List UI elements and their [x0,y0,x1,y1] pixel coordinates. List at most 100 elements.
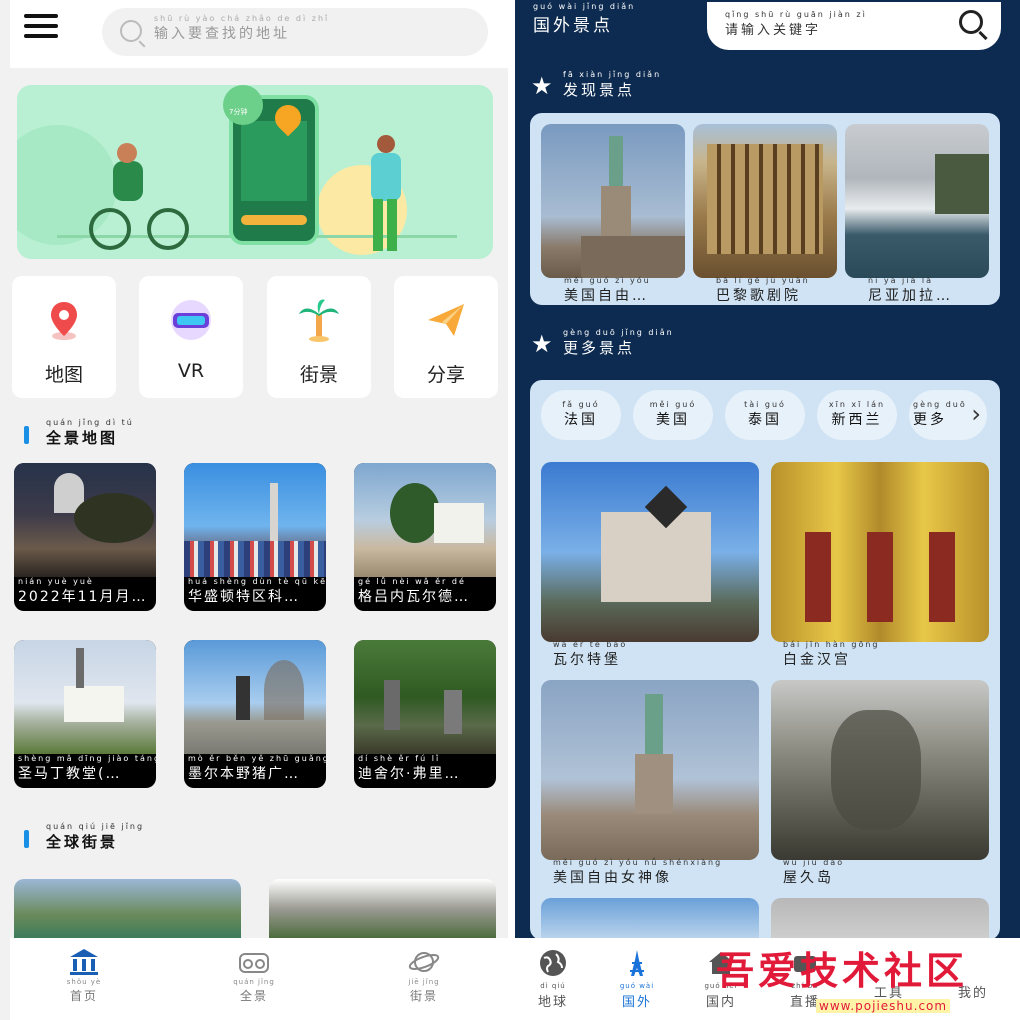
place-image [354,640,496,754]
nav-label: 街景 [409,989,438,1003]
spot-card[interactable] [541,898,759,940]
nav-earth[interactable]: dì qiú 地球 [517,948,589,1010]
card-pinyin: bā lí gē jù yuàn [716,276,810,285]
search-icon[interactable] [959,10,983,34]
card-title: 2022年11月月… [18,589,148,605]
card-title: 尼亚加拉… [868,288,953,304]
nav-abroad[interactable]: guó wài 国外 [601,948,673,1010]
tile-streetview[interactable]: 街景 [267,276,371,398]
place-card[interactable]: dí shè ěr fú lǐ 迪舍尔·弗里… [354,640,496,788]
tile-vr[interactable]: VR [139,276,243,398]
spot-card[interactable] [541,680,759,860]
section-pinyin: quán jǐng dì tú [46,418,134,427]
section-pinyin: gèng duō jǐng diǎn [563,328,674,337]
tile-share-label: 分享 [426,364,465,386]
card-title: 圣马丁教堂(… [18,766,122,782]
card-pinyin: nián yuè yuè [18,577,94,586]
card-pinyin: ní yà jiā lā [868,276,934,285]
card-title: 瓦尔特堡 [553,652,621,668]
country-pill[interactable]: měi guó 美国 [633,390,713,440]
banner-time-label: 7分钟 [229,108,248,116]
place-card[interactable]: huá shèng dùn tè qū kē 华盛顿特区科… [184,463,326,611]
museum-icon [68,948,100,976]
nav-streetview[interactable]: jiē jǐng 街景 [384,948,464,1004]
spot-card[interactable] [771,898,989,940]
section-title: 全景地图 [46,429,119,447]
card-pinyin: mò ěr běn yě zhū guǎng [188,754,326,763]
card-pinyin: gé lǚ nèi wǎ ěr dé [358,577,466,586]
discover-card[interactable] [845,124,989,278]
country-pill[interactable]: fǎ guó 法国 [541,390,621,440]
search-input[interactable]: shū rù yào chá zhǎo de dì zhǐ 输入要查找的地址 [102,8,488,56]
tile-vr-label: VR [177,360,205,382]
nav-panorama[interactable]: quán jǐng 全景 [214,948,294,1004]
tile-share[interactable]: 分享 [394,276,498,398]
country-pill[interactable]: xīn xī lán 新西兰 [817,390,897,440]
paper-plane-icon [424,298,468,342]
page-title-text: 国外景点 [533,16,613,36]
watermark-text: 吾爱技术社区 [716,948,969,993]
pill-label: 新西兰 [831,412,883,428]
discover-panel: měi guó zì yóu 美国自由… bā lí gē jù yuàn 巴黎… [530,113,1000,305]
section-accent-bar [24,426,29,444]
section-title: 全球街景 [46,833,119,851]
place-card[interactable]: mò ěr běn yě zhū guǎng 墨尔本野猪广… [184,640,326,788]
globe-icon [538,948,568,978]
nav-pinyin: shǒu yè [66,978,102,986]
search-input[interactable]: qǐng shū rù guān jiàn zì 请输入关键字 [707,2,1001,50]
eiffel-tower-icon [622,948,652,978]
search-placeholder: 请输入关键字 [725,23,822,38]
nav-label: 地球 [537,995,568,1010]
card-pinyin: dí shè ěr fú lǐ [358,754,441,763]
nav-label: 首页 [69,989,98,1003]
walker-illustration [367,135,403,255]
place-image [184,640,326,754]
search-icon [120,20,142,42]
star-icon: ★ [531,330,553,358]
watermark-url: www.pojieshu.com [816,999,951,1013]
menu-icon[interactable] [24,10,58,44]
nav-pinyin: guó wài [619,982,655,990]
left-screen: shū rù yào chá zhǎo de dì zhǐ 输入要查找的地址 7… [0,0,508,1020]
search-placeholder-pinyin: qǐng shū rù guān jiàn zì [725,10,867,19]
hero-banner[interactable]: 7分钟 [17,85,493,259]
country-pill-more[interactable]: gèng duō 更多 › [909,390,987,440]
section-pinyin: quán qiú jiē jǐng [46,822,145,831]
discover-card[interactable] [541,124,685,278]
card-pinyin: wǎ ěr tè bǎo [553,640,628,649]
place-card[interactable]: nián yuè yuè 2022年11月月… [14,463,156,611]
chevron-right-icon: › [971,400,981,428]
card-pinyin: bái jīn hàn gōng [783,640,880,649]
nav-label: 国外 [621,995,652,1010]
country-pill[interactable]: tài guó 泰国 [725,390,805,440]
nav-pinyin: jiē jǐng [408,978,440,986]
search-placeholder: 输入要查找的地址 [154,26,290,42]
card-pinyin: měi guó zì yóu [564,276,651,285]
spot-card[interactable] [771,462,989,642]
page-title-pinyin: guó wài jǐng diǎn [533,2,636,11]
streetview-card[interactable] [269,879,496,939]
card-title: 巴黎歌剧院 [716,288,801,304]
discover-card[interactable] [693,124,837,278]
tile-map[interactable]: 地图 [12,276,116,398]
nav-home[interactable]: shǒu yè 首页 [44,948,124,1004]
spot-card[interactable] [541,462,759,642]
place-card[interactable]: gé lǚ nèi wǎ ěr dé 格吕内瓦尔德… [354,463,496,611]
star-icon: ★ [531,72,553,100]
place-image [184,463,326,577]
section-accent-bar [24,830,29,848]
streetview-card[interactable] [14,879,241,939]
place-image [14,640,156,754]
nav-label: 全景 [239,989,268,1003]
card-title: 华盛顿特区科… [188,589,300,605]
vr-glasses-icon [238,948,270,976]
spot-card[interactable] [771,680,989,860]
section-title: 更多景点 [563,339,636,357]
card-title: 白金汉宫 [783,652,851,668]
place-card[interactable]: shèng mǎ dīng jiào táng 圣马丁教堂(… [14,640,156,788]
section-title: 发现景点 [563,81,636,99]
card-pinyin: shèng mǎ dīng jiào táng [18,754,156,763]
section-pinyin: fā xiàn jǐng diǎn [563,70,662,79]
palm-tree-icon [297,298,341,342]
card-title: 格吕内瓦尔德… [358,589,470,605]
